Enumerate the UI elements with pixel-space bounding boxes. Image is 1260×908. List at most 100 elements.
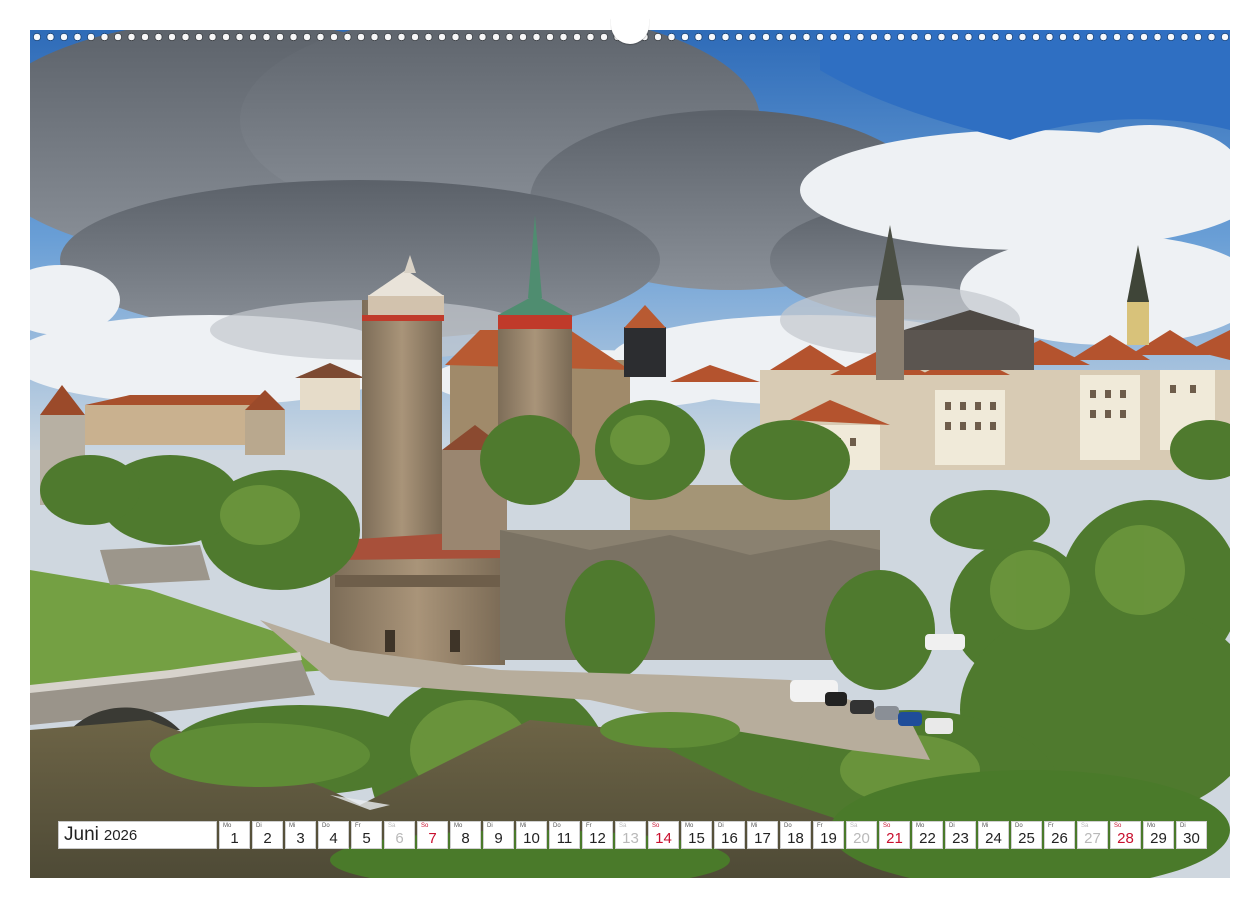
day-cell: Di 2 bbox=[252, 821, 283, 849]
day-number: 11 bbox=[556, 830, 573, 847]
day-cells: Mo 1 Di 2 Mi 3 Do 4 Fr 5 Sa 6 So 7 Mo 8 Di 9 Mi 10 Do 11 Fr 12 S… bbox=[219, 821, 1207, 849]
day-cell: Sa 13 bbox=[615, 821, 646, 849]
weekday-abbrev: Mi bbox=[289, 823, 296, 829]
weekday-abbrev: Mi bbox=[520, 823, 527, 829]
weekday-abbrev: Do bbox=[1015, 823, 1023, 829]
day-number: 29 bbox=[1150, 830, 1167, 847]
weekday-abbrev: So bbox=[1114, 823, 1122, 829]
day-cell: So 7 bbox=[417, 821, 448, 849]
day-cell: So 28 bbox=[1110, 821, 1141, 849]
day-number: 16 bbox=[721, 830, 738, 847]
day-cell: Sa 6 bbox=[384, 821, 415, 849]
day-number: 26 bbox=[1051, 830, 1068, 847]
day-number: 17 bbox=[754, 830, 771, 847]
day-number: 23 bbox=[952, 830, 969, 847]
weekday-abbrev: Mo bbox=[685, 823, 694, 829]
day-cell: Mo 29 bbox=[1143, 821, 1174, 849]
day-number: 30 bbox=[1183, 830, 1200, 847]
parking-lot bbox=[100, 545, 210, 585]
day-cell: Mo 1 bbox=[219, 821, 250, 849]
day-number: 14 bbox=[655, 830, 672, 847]
day-cell: Mo 22 bbox=[912, 821, 943, 849]
day-number: 4 bbox=[329, 830, 338, 847]
weekday-abbrev: So bbox=[883, 823, 891, 829]
day-number: 21 bbox=[886, 830, 903, 847]
weekday-abbrev: Mi bbox=[751, 823, 758, 829]
weekday-abbrev: Mo bbox=[916, 823, 925, 829]
weekday-abbrev: Sa bbox=[619, 823, 627, 829]
day-number: 24 bbox=[985, 830, 1002, 847]
month-label: Juni 2026 bbox=[58, 821, 217, 849]
day-number: 6 bbox=[395, 830, 404, 847]
day-number: 5 bbox=[362, 830, 371, 847]
day-cell: Mo 8 bbox=[450, 821, 481, 849]
day-number: 25 bbox=[1018, 830, 1035, 847]
day-number: 12 bbox=[589, 830, 606, 847]
weekday-abbrev: Mi bbox=[982, 823, 989, 829]
day-cell: Di 16 bbox=[714, 821, 745, 849]
spiral-binding bbox=[30, 18, 1230, 44]
day-cell: Do 4 bbox=[318, 821, 349, 849]
day-number: 28 bbox=[1117, 830, 1134, 847]
day-number: 3 bbox=[296, 830, 305, 847]
day-number: 27 bbox=[1084, 830, 1101, 847]
day-cell: Do 18 bbox=[780, 821, 811, 849]
day-cell: Fr 12 bbox=[582, 821, 613, 849]
day-cell: Mi 3 bbox=[285, 821, 316, 849]
month-calendar-strip: Juni 2026 Mo 1 Di 2 Mi 3 Do 4 Fr 5 Sa 6 So 7 Mo 8 Di 9 Mi 1… bbox=[58, 821, 1208, 849]
weekday-abbrev: Mo bbox=[1147, 823, 1156, 829]
day-number: 22 bbox=[919, 830, 936, 847]
weekday-abbrev: So bbox=[652, 823, 660, 829]
day-number: 18 bbox=[787, 830, 804, 847]
day-number: 8 bbox=[461, 830, 470, 847]
weekday-abbrev: Di bbox=[256, 823, 262, 829]
riverbank-bushes bbox=[150, 723, 370, 787]
weekday-abbrev: Sa bbox=[850, 823, 858, 829]
day-cell: Do 11 bbox=[549, 821, 580, 849]
day-cell: Fr 5 bbox=[351, 821, 382, 849]
city-panorama-photo bbox=[30, 30, 1230, 878]
weekday-abbrev: Fr bbox=[817, 823, 823, 829]
city-wall bbox=[500, 485, 880, 660]
day-cell: Mi 10 bbox=[516, 821, 547, 849]
weekday-abbrev: Fr bbox=[1048, 823, 1054, 829]
weekday-abbrev: Do bbox=[553, 823, 561, 829]
year-label: 2026 bbox=[103, 826, 138, 844]
day-number: 15 bbox=[688, 830, 705, 847]
calendar-page: Juni 2026 Mo 1 Di 2 Mi 3 Do 4 Fr 5 Sa 6 So 7 Mo 8 Di 9 Mi 1… bbox=[30, 30, 1230, 878]
weekday-abbrev: Di bbox=[718, 823, 724, 829]
day-number: 13 bbox=[622, 830, 639, 847]
day-number: 10 bbox=[523, 830, 540, 847]
day-cell: Sa 20 bbox=[846, 821, 877, 849]
weekday-abbrev: Di bbox=[487, 823, 493, 829]
weekday-abbrev: Sa bbox=[388, 823, 396, 829]
day-cell: Fr 26 bbox=[1044, 821, 1075, 849]
weekday-abbrev: Mo bbox=[223, 823, 232, 829]
day-cell: Fr 19 bbox=[813, 821, 844, 849]
weekday-abbrev: Fr bbox=[586, 823, 592, 829]
day-number: 20 bbox=[853, 830, 870, 847]
day-cell: Di 23 bbox=[945, 821, 976, 849]
day-number: 19 bbox=[820, 830, 837, 847]
day-number: 2 bbox=[263, 830, 272, 847]
month-name: Juni bbox=[64, 824, 99, 845]
weekday-abbrev: Do bbox=[322, 823, 330, 829]
weekday-abbrev: So bbox=[421, 823, 429, 829]
day-cell: Mi 24 bbox=[978, 821, 1009, 849]
day-cell: So 21 bbox=[879, 821, 910, 849]
weekday-abbrev: Do bbox=[784, 823, 792, 829]
day-cell: Sa 27 bbox=[1077, 821, 1108, 849]
weekday-abbrev: Di bbox=[949, 823, 955, 829]
day-number: 1 bbox=[230, 830, 239, 847]
day-cell: Mi 17 bbox=[747, 821, 778, 849]
weekday-abbrev: Mo bbox=[454, 823, 463, 829]
day-number: 7 bbox=[428, 830, 437, 847]
weekday-abbrev: Fr bbox=[355, 823, 361, 829]
day-cell: Di 9 bbox=[483, 821, 514, 849]
weekday-abbrev: Di bbox=[1180, 823, 1186, 829]
weekday-abbrev: Sa bbox=[1081, 823, 1089, 829]
day-number: 9 bbox=[494, 830, 503, 847]
day-cell: Do 25 bbox=[1011, 821, 1042, 849]
day-cell: So 14 bbox=[648, 821, 679, 849]
day-cell: Di 30 bbox=[1176, 821, 1207, 849]
